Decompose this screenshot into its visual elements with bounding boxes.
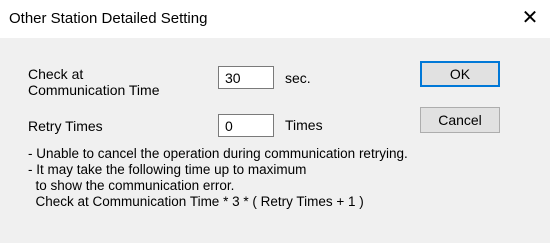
note-line: - It may take the following time up to m… (28, 162, 307, 177)
retry-times-input[interactable] (218, 114, 274, 137)
note-line: - Unable to cancel the operation during … (28, 146, 408, 161)
check-time-label-line2: Communication Time (28, 82, 160, 98)
other-station-detailed-setting-dialog: Other Station Detailed Setting ✕ Check a… (0, 0, 550, 243)
retry-times-label: Retry Times (28, 118, 103, 134)
dialog-title: Other Station Detailed Setting (9, 10, 208, 27)
note-line: to show the communication error. (28, 178, 235, 193)
check-time-label-line1: Check at (28, 66, 84, 82)
note-line: Check at Communication Time * 3 * ( Retr… (28, 194, 364, 209)
check-time-unit: sec. (285, 70, 311, 86)
title-bar: Other Station Detailed Setting ✕ (0, 0, 550, 38)
cancel-button[interactable]: Cancel (420, 107, 500, 133)
close-icon[interactable]: ✕ (516, 4, 544, 32)
notes-block: - Unable to cancel the operation during … (28, 146, 408, 210)
check-time-input[interactable] (218, 66, 274, 89)
ok-button[interactable]: OK (420, 61, 500, 87)
retry-times-unit: Times (285, 117, 323, 133)
